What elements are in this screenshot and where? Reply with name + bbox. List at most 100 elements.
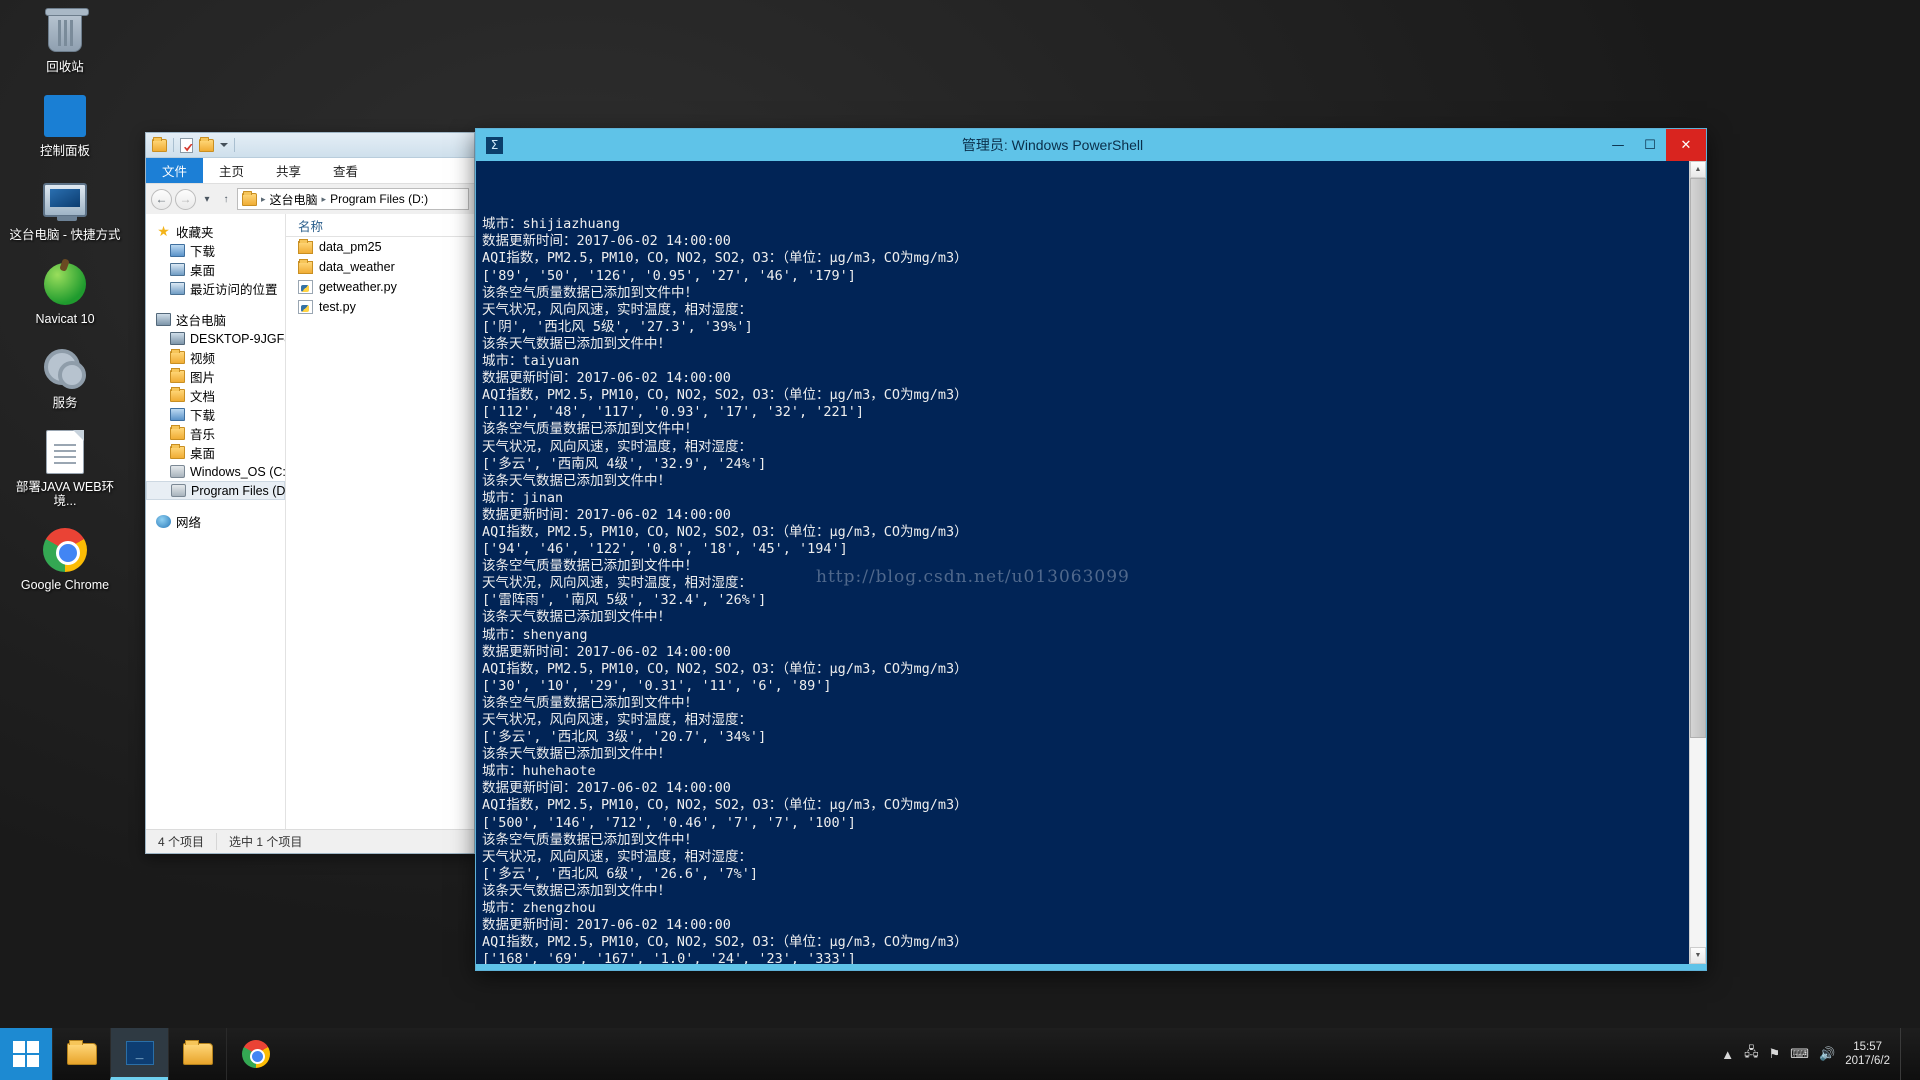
scroll-down-arrow[interactable]: ▼ bbox=[1690, 947, 1706, 964]
file-list-item[interactable]: test.py bbox=[286, 297, 474, 317]
desktop-icon-label: 控制面板 bbox=[39, 144, 90, 158]
show-hidden-icons-button[interactable]: ▲ bbox=[1721, 1047, 1734, 1062]
forward-button[interactable]: → bbox=[175, 188, 196, 210]
tree-item-label: 桌面 bbox=[190, 447, 216, 461]
properties-icon[interactable] bbox=[180, 137, 193, 153]
taskbar[interactable]: _ ▲ 🖧 ⚑ ⌨ 🔊 15:57 2017/6/2 bbox=[0, 1028, 1920, 1080]
ribbon-tabs[interactable]: 文件 主页 共享 查看 bbox=[146, 158, 474, 184]
new-folder-icon[interactable] bbox=[199, 136, 214, 152]
desktop-icon-chrome[interactable]: Google Chrome bbox=[9, 526, 121, 592]
tree-item-视频[interactable]: 视频 bbox=[146, 348, 285, 367]
close-button[interactable]: ✕ bbox=[1666, 129, 1706, 161]
console-line: 城市：shijiazhuang bbox=[482, 216, 621, 233]
address-toolbar[interactable]: ← → ▾ ↑ ▸ 这台电脑 ▸ Program Files (D:) bbox=[146, 184, 474, 214]
this-pc-icon bbox=[156, 313, 171, 326]
folder-icon bbox=[298, 258, 313, 274]
desktop-icon-cpanel[interactable]: 控制面板 bbox=[9, 92, 121, 158]
desktop-folder-icon bbox=[170, 444, 185, 459]
tree-item-音乐[interactable]: 音乐 bbox=[146, 424, 285, 443]
taskbar-item-file-explorer[interactable] bbox=[52, 1028, 110, 1080]
console-status-strip bbox=[476, 964, 1706, 970]
console-scrollbar[interactable]: ▲ ▼ bbox=[1689, 161, 1706, 964]
scrollbar-thumb[interactable] bbox=[1690, 178, 1706, 738]
column-header-name[interactable]: 名称 bbox=[286, 214, 474, 237]
ribbon-tab-查看[interactable]: 查看 bbox=[317, 158, 374, 183]
desktop-icon-java[interactable]: 部署JAVA WEB环境... bbox=[9, 428, 121, 508]
recent-locations-icon[interactable]: ▾ bbox=[199, 194, 215, 205]
tree-item-收藏夹[interactable]: ★ 收藏夹 bbox=[146, 222, 285, 241]
taskbar-item-file-explorer-window[interactable] bbox=[168, 1028, 226, 1080]
chevron-down-icon[interactable] bbox=[220, 143, 228, 147]
minimize-button[interactable]: — bbox=[1602, 129, 1634, 161]
taskbar-items[interactable]: _ bbox=[52, 1028, 284, 1080]
desktop-icon-recycle[interactable]: 回收站 bbox=[9, 8, 121, 74]
tree-item-桌面[interactable]: 桌面 bbox=[146, 443, 285, 462]
clock[interactable]: 15:57 2017/6/2 bbox=[1845, 1040, 1890, 1068]
address-bar[interactable]: ▸ 这台电脑 ▸ Program Files (D:) bbox=[237, 188, 469, 210]
tree-item-桌面[interactable]: 桌面 bbox=[146, 260, 285, 279]
breadcrumb-item-program-files[interactable]: Program Files (D:) bbox=[330, 192, 428, 206]
file-list-item[interactable]: data_weather bbox=[286, 257, 474, 277]
tree-item-最近访问的位置[interactable]: 最近访问的位置 bbox=[146, 279, 285, 298]
show-desktop-button[interactable] bbox=[1900, 1028, 1908, 1080]
breadcrumb-separator: ▸ bbox=[321, 193, 327, 204]
desktop-icon-services[interactable]: 服务 bbox=[9, 344, 121, 410]
tree-item-Program Files (D:)[interactable]: Program Files (D:) bbox=[146, 481, 285, 500]
pictures-folder-icon bbox=[170, 368, 185, 383]
system-tray[interactable]: ▲ 🖧 ⚑ ⌨ 🔊 15:57 2017/6/2 bbox=[1721, 1028, 1920, 1080]
quick-access-toolbar[interactable] bbox=[146, 133, 474, 158]
desktop-icon-navicat[interactable]: Navicat 10 bbox=[9, 260, 121, 326]
tree-item-文档[interactable]: 文档 bbox=[146, 386, 285, 405]
console-line: AQI指数，PM2.5，PM10，CO，NO2，SO2，O3：（单位：μg/m3… bbox=[482, 387, 968, 404]
powershell-icon: _ bbox=[125, 1040, 154, 1065]
tree-item-DESKTOP-9JGF86E[interactable]: DESKTOP-9JGF86E bbox=[146, 329, 285, 348]
drive-icon bbox=[170, 465, 185, 478]
up-button[interactable]: ↑ bbox=[218, 194, 234, 205]
maximize-button[interactable]: ☐ bbox=[1634, 129, 1666, 161]
console-line: 城市：shenyang bbox=[482, 626, 588, 643]
window-controls[interactable]: — ☐ ✕ bbox=[1602, 129, 1706, 161]
file-list-item[interactable]: getweather.py bbox=[286, 277, 474, 297]
breadcrumb-item-this-pc[interactable]: 这台电脑 bbox=[270, 191, 318, 208]
powershell-title-bar[interactable]: Σ 管理员: Windows PowerShell — ☐ ✕ bbox=[476, 129, 1706, 161]
file-list-pane[interactable]: 名称 data_pm25 data_weather getweather.py tes… bbox=[286, 214, 474, 829]
ribbon-tab-主页[interactable]: 主页 bbox=[203, 158, 260, 183]
scrollbar-track[interactable] bbox=[1690, 178, 1706, 947]
volume-icon[interactable]: 🔊 bbox=[1819, 1046, 1835, 1062]
taskbar-item-chrome[interactable] bbox=[226, 1028, 284, 1080]
tree-item-下载[interactable]: 下载 bbox=[146, 405, 285, 424]
file-list-item[interactable]: data_pm25 bbox=[286, 237, 474, 257]
console-line: ['多云', '西北风 6级', '26.6', '7%'] bbox=[482, 865, 759, 882]
console-output[interactable]: http://blog.csdn.net/u013063099 城市：shiji… bbox=[476, 161, 1689, 964]
tree-item-Windows_OS (C:)[interactable]: Windows_OS (C:) bbox=[146, 462, 285, 481]
network-icon[interactable]: 🖧 bbox=[1744, 1043, 1759, 1065]
console-line: 城市：taiyuan bbox=[482, 353, 580, 370]
folder-icon[interactable] bbox=[152, 136, 167, 152]
console-line: 天气状况，风向风速，实时温度，相对湿度： bbox=[482, 301, 752, 318]
keyboard-icon[interactable]: ⌨ bbox=[1790, 1046, 1809, 1062]
scroll-up-arrow[interactable]: ▲ bbox=[1690, 161, 1706, 178]
desktop-icon-label: 这台电脑 - 快捷方式 bbox=[9, 228, 121, 242]
back-button[interactable]: ← bbox=[151, 188, 172, 210]
this-pc-shortcut-icon bbox=[41, 176, 89, 224]
flag-icon[interactable]: ⚑ bbox=[1769, 1046, 1781, 1062]
console-line: 该条天气数据已添加到文件中！ bbox=[482, 472, 671, 489]
computer-icon bbox=[170, 332, 185, 345]
tree-item-这台电脑[interactable]: 这台电脑 bbox=[146, 310, 285, 329]
folder-icon bbox=[298, 238, 313, 254]
console-line: 数据更新时间：2017-06-02 14:00:00 bbox=[482, 233, 731, 250]
navigation-pane[interactable]: ★收藏夹下载桌面最近访问的位置这台电脑DESKTOP-9JGF86E视频图片文档… bbox=[146, 214, 286, 829]
tree-item-图片[interactable]: 图片 bbox=[146, 367, 285, 386]
taskbar-item-powershell[interactable]: _ bbox=[110, 1028, 168, 1080]
tree-item-下载[interactable]: 下载 bbox=[146, 241, 285, 260]
file-explorer-window[interactable]: 文件 主页 共享 查看 ← → ▾ ↑ ▸ 这台电脑 ▸ Program Files … bbox=[145, 132, 475, 854]
console-area[interactable]: http://blog.csdn.net/u013063099 城市：shiji… bbox=[476, 161, 1706, 964]
console-line: 该条空气质量数据已添加到文件中！ bbox=[482, 694, 698, 711]
desktop-icon-pc[interactable]: 这台电脑 - 快捷方式 bbox=[9, 176, 121, 242]
clock-time: 15:57 bbox=[1853, 1041, 1882, 1053]
start-button[interactable] bbox=[0, 1028, 52, 1080]
powershell-window[interactable]: Σ 管理员: Windows PowerShell — ☐ ✕ http://b… bbox=[475, 128, 1707, 971]
tree-item-网络[interactable]: 网络 bbox=[146, 512, 285, 531]
ribbon-tab-文件[interactable]: 文件 bbox=[146, 158, 204, 183]
ribbon-tab-共享[interactable]: 共享 bbox=[260, 158, 317, 183]
